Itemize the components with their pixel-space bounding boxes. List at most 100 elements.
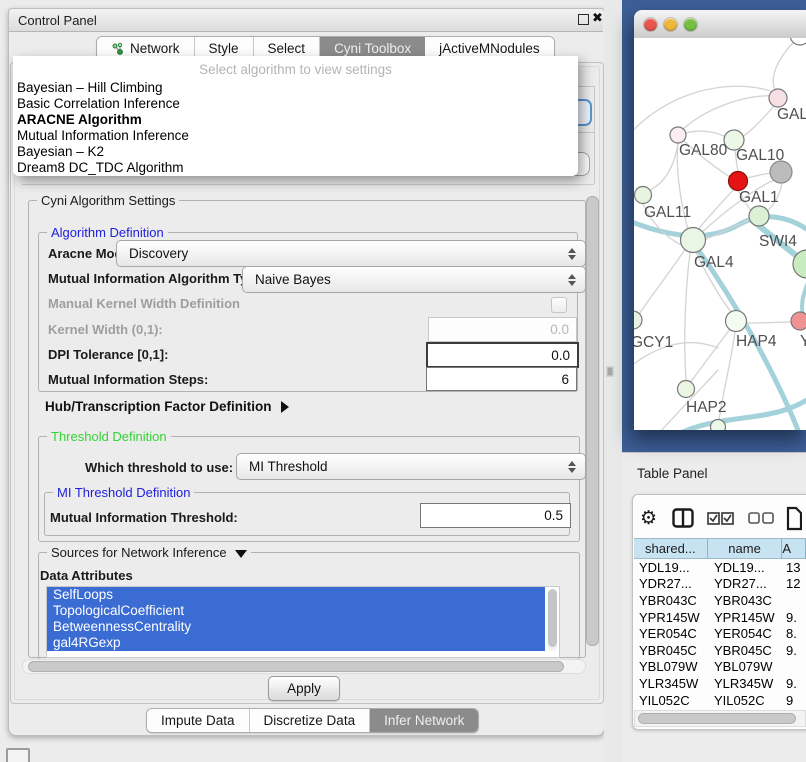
network-node[interactable] [711, 420, 726, 431]
network-node[interactable] [769, 89, 787, 107]
network-node[interactable] [770, 161, 792, 183]
network-node[interactable] [670, 127, 686, 143]
sources-expander[interactable]: Sources for Network Inference [47, 545, 251, 560]
hidden-group-border [578, 132, 595, 133]
algorithm-item-mutual-information-inference[interactable]: Mutual Information Inference [17, 128, 574, 144]
attribute-item-betweennesscentrality[interactable]: BetweennessCentrality [47, 619, 545, 635]
table-row[interactable]: YLR345WYLR345W9. [634, 675, 806, 692]
network-edge [634, 248, 686, 322]
node-label: GAL [777, 106, 806, 123]
network-node[interactable] [749, 206, 769, 226]
node-label: GCY1 [634, 334, 673, 351]
splitter-handle[interactable] [606, 366, 614, 377]
table-cell: YBL079W [708, 659, 783, 674]
stepper-arrows-icon [568, 248, 576, 260]
which-threshold-select[interactable]: MI Threshold [236, 453, 586, 480]
table-panel-title: Table Panel [637, 466, 708, 481]
algorithm-item-bayesian-hill-climbing[interactable]: Bayesian – Hill Climbing [17, 80, 574, 96]
table-row[interactable]: YPR145WYPR145W9. [634, 609, 806, 626]
kernel-width-input[interactable]: 0.0 [428, 317, 577, 342]
docked-panel-icon[interactable] [6, 748, 30, 762]
aracne-mode-select[interactable]: Discovery [116, 240, 586, 267]
column-header-shared[interactable]: shared... [634, 538, 708, 559]
hub-definition-label: Hub/Transcription Factor Definition [45, 399, 272, 414]
algorithm-item-basic-correlation-inference[interactable]: Basic Correlation Inference [17, 96, 574, 112]
close-icon[interactable]: ✖ [592, 10, 603, 26]
manual-kernel-checkbox[interactable] [551, 297, 567, 313]
minimize-light-icon[interactable] [664, 18, 677, 31]
mi-threshold-label: Mutual Information Threshold: [50, 510, 238, 525]
bottom-tab-impute-data[interactable]: Impute Data [147, 709, 250, 732]
algorithm-item-dream8-dc-tdc-algorithm[interactable]: Dream8 DC_TDC Algorithm [17, 160, 574, 176]
table-cell: YIL052C [708, 693, 783, 708]
bottom-tab-discretize-data[interactable]: Discretize Data [250, 709, 371, 732]
network-node[interactable] [729, 172, 748, 191]
apply-label: Apply [287, 681, 321, 696]
attribute-item-topologicalcoefficient[interactable]: TopologicalCoefficient [47, 603, 545, 619]
stepper-arrows-icon [568, 274, 576, 286]
table-row[interactable]: YDR27...YDR27...12 [634, 576, 806, 593]
table-cell: YDL19... [708, 560, 783, 575]
group-title: MI Threshold Definition [53, 485, 194, 500]
table-toolbar: ⚙ [640, 502, 806, 534]
vertical-scrollbar-thumb[interactable] [586, 196, 599, 646]
bottom-tab-infer-network[interactable]: Infer Network [370, 709, 478, 732]
network-edge [648, 143, 678, 191]
zoom-light-icon[interactable] [684, 18, 697, 31]
table-horizontal-scrollbar[interactable] [634, 710, 806, 727]
table-row[interactable]: YIL052CYIL052C9 [634, 692, 806, 709]
network-node[interactable] [635, 187, 652, 204]
table-row[interactable]: YDL19...YDL19...13 [634, 559, 806, 576]
horizontal-scrollbar[interactable] [22, 659, 586, 674]
checked-boxes-icon[interactable] [707, 512, 734, 525]
network-window-titlebar[interactable] [634, 10, 806, 39]
scrollbar-thumb[interactable] [28, 661, 564, 672]
network-node[interactable] [678, 381, 695, 398]
apply-button[interactable]: Apply [268, 676, 340, 701]
table-cell: 8. [783, 626, 806, 641]
document-icon[interactable] [786, 506, 802, 531]
dpi-tolerance-input[interactable]: 0.0 [426, 342, 579, 368]
table-cell: YBL079W [634, 659, 708, 674]
gear-icon[interactable]: ⚙ [640, 507, 657, 530]
network-edge [691, 329, 730, 382]
control-panel-titlebar[interactable] [9, 9, 603, 32]
node-label: GAL1 [739, 189, 779, 206]
scrollbar-thumb[interactable] [638, 713, 796, 724]
network-node[interactable] [791, 312, 806, 330]
stepper-arrows-icon [568, 461, 576, 473]
hub-definition-expander[interactable]: Hub/Transcription Factor Definition [45, 399, 289, 414]
column-header-a[interactable]: A [782, 538, 806, 559]
network-node[interactable] [726, 311, 747, 332]
table-cell: YDL19... [634, 560, 708, 575]
mi-threshold-input[interactable]: 0.5 [420, 503, 571, 528]
unchecked-boxes-icon[interactable] [748, 512, 774, 525]
column-header-name[interactable]: name [708, 538, 783, 559]
hidden-group-border [594, 86, 595, 184]
mi-type-select[interactable]: Naive Bayes [242, 266, 586, 293]
tab-label: Style [209, 41, 239, 56]
close-light-icon[interactable] [644, 18, 657, 31]
algorithm-item-aracne-algorithm[interactable]: ARACNE Algorithm [17, 112, 574, 128]
mi-steps-input[interactable]: 6 [426, 367, 577, 391]
network-node[interactable] [634, 311, 642, 329]
node-label: Y [800, 333, 806, 350]
table-header[interactable]: shared...nameA [634, 538, 806, 559]
network-canvas[interactable]: GALGAL80GAL10GAL1GAL11SWI4GAL4GCY1HAP4YH… [634, 38, 806, 430]
float-panel-icon[interactable] [578, 14, 589, 25]
tab-label: Impute Data [161, 713, 235, 728]
columns-icon[interactable] [672, 508, 694, 528]
data-attributes-list[interactable]: SelfLoopsTopologicalCoefficientBetweenne… [46, 586, 560, 658]
table-row[interactable]: YBR045CYBR045C9. [634, 642, 806, 659]
attribute-item-selfloops[interactable]: SelfLoops [47, 587, 545, 603]
list-scrollbar[interactable] [548, 589, 557, 651]
table-row[interactable]: YBR043CYBR043C [634, 592, 806, 609]
table-row[interactable]: YBL079WYBL079W [634, 659, 806, 676]
algorithm-item-bayesian-k2[interactable]: Bayesian – K2 [17, 144, 574, 160]
table-row[interactable]: YER054CYER054C8. [634, 625, 806, 642]
network-window[interactable]: GALGAL80GAL10GAL1GAL11SWI4GAL4GCY1HAP4YH… [634, 10, 806, 430]
network-node[interactable] [681, 228, 706, 253]
attribute-item-gal4rgexp[interactable]: gal4RGexp [47, 635, 545, 651]
algorithm-dropdown-popup: Select algorithm to view settings Bayesi… [13, 56, 578, 176]
scrollbar-thumb[interactable] [548, 589, 557, 647]
